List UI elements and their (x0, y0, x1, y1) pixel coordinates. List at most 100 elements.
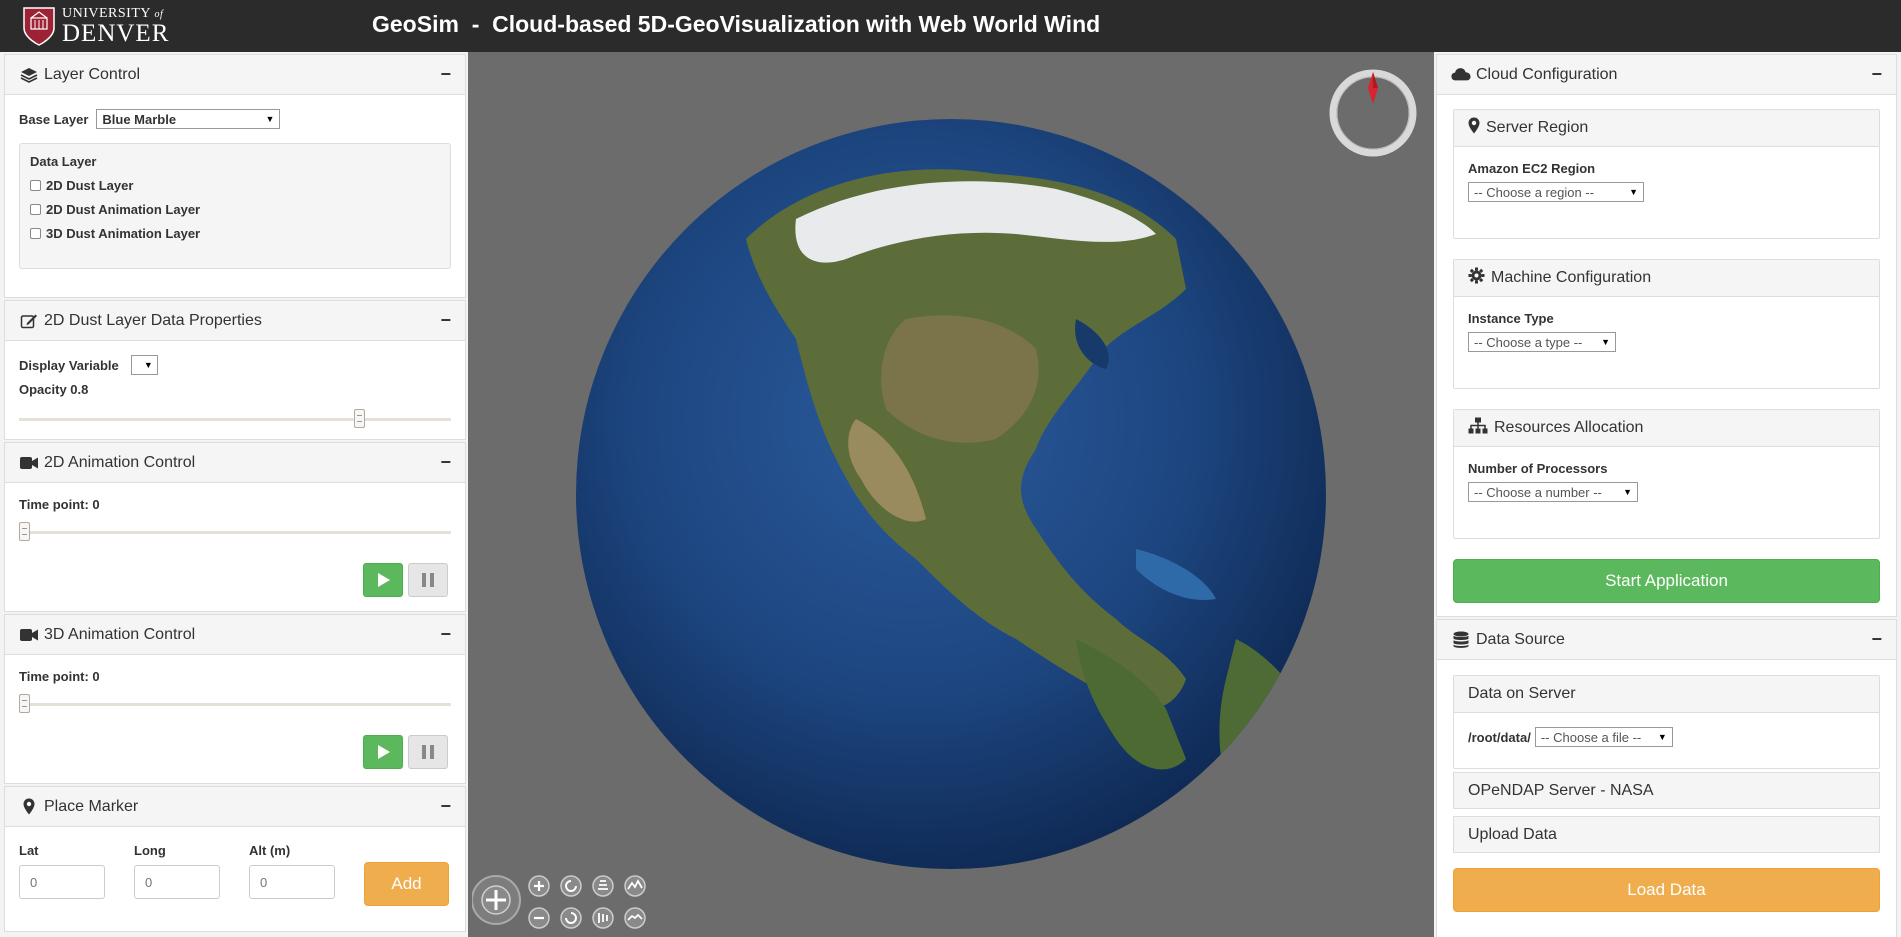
dropdown-caret-icon: ▼ (1629, 187, 1638, 197)
zoom-in-icon (528, 875, 550, 897)
checkbox-2d-dust-layer[interactable] (30, 180, 41, 191)
checkbox-3d-dust-animation-layer[interactable] (30, 228, 41, 239)
dropdown-caret-icon: ▼ (1657, 732, 1667, 742)
collapse-icon[interactable]: − (440, 796, 451, 817)
anim2d-header[interactable]: 2D Animation Control − (5, 443, 465, 483)
play-icon (378, 573, 390, 587)
layer-checkbox-row[interactable]: 2D Dust Animation Layer (30, 202, 440, 217)
globe-viewport[interactable] (468, 52, 1434, 937)
anim2d-time-slider-handle[interactable] (19, 522, 30, 541)
sitemap-icon (1468, 417, 1488, 439)
database-icon (1451, 631, 1471, 649)
checkbox-label: 2D Dust Animation Layer (46, 202, 201, 217)
opacity-slider-track[interactable] (19, 418, 451, 421)
collapse-icon[interactable]: − (1871, 629, 1882, 650)
dust-properties-header[interactable]: 2D Dust Layer Data Properties − (5, 301, 465, 341)
university-seal-icon (23, 7, 55, 46)
logo-line1: UNIVERSITY (62, 5, 151, 21)
dropdown-caret-icon: ▼ (1623, 487, 1632, 497)
anim2d-pause-button[interactable] (408, 563, 448, 597)
ec2-region-select[interactable]: -- Choose a region -- ▼ (1468, 182, 1644, 202)
data-source-header[interactable]: Data Source − (1437, 620, 1896, 660)
checkbox-2d-dust-animation-layer[interactable] (30, 204, 41, 215)
server-region-header[interactable]: Server Region (1454, 110, 1879, 147)
logo-line1-of: of (154, 8, 164, 20)
place-marker-title: Place Marker (44, 797, 139, 815)
load-data-button[interactable]: Load Data (1453, 868, 1880, 912)
start-application-button[interactable]: Start Application (1453, 559, 1880, 603)
anim2d-panel: 2D Animation Control − Time point: 0 (4, 442, 466, 612)
pause-icon (422, 573, 434, 587)
data-layer-well: Data Layer 2D Dust Layer 2D Dust Animati… (19, 143, 451, 269)
video-camera-icon (19, 454, 39, 472)
anim3d-time-slider-handle[interactable] (19, 694, 30, 713)
display-variable-select[interactable]: ▼ (130, 355, 158, 375)
processors-label: Number of Processors (1468, 461, 1608, 476)
base-layer-label: Base Layer (19, 111, 89, 127)
university-logo[interactable]: UNIVERSITY of DENVER (22, 5, 169, 47)
globe-navigation-controls[interactable] (472, 872, 672, 934)
add-marker-button[interactable]: Add (364, 862, 449, 906)
instance-type-value: -- Choose a type -- (1474, 334, 1583, 350)
base-layer-select[interactable]: Blue Marble ▼ (96, 109, 281, 129)
machine-config-title: Machine Configuration (1491, 269, 1652, 286)
anim3d-panel: 3D Animation Control − Time point: 0 (4, 614, 466, 784)
processors-value: -- Choose a number -- (1474, 484, 1602, 500)
opacity-slider-handle[interactable] (354, 409, 365, 428)
dust-properties-title: 2D Dust Layer Data Properties (44, 311, 262, 329)
collapse-icon[interactable]: − (1871, 64, 1882, 85)
place-marker-header[interactable]: Place Marker − (5, 787, 465, 827)
zoom-out-icon (528, 907, 550, 929)
page-title: GeoSim - Cloud-based 5D-GeoVisualization… (372, 11, 1101, 37)
resources-allocation-title: Resources Allocation (1494, 419, 1644, 436)
map-marker-icon (1468, 117, 1480, 139)
collapse-icon[interactable]: − (440, 64, 451, 85)
ec2-region-value: -- Choose a region -- (1474, 184, 1594, 200)
dropdown-caret-icon: ▼ (143, 360, 153, 370)
anim2d-time-slider-track[interactable] (19, 531, 451, 534)
pan-control-icon (472, 875, 521, 925)
anim3d-header[interactable]: 3D Animation Control − (5, 615, 465, 655)
anim3d-pause-button[interactable] (408, 735, 448, 769)
collapse-icon[interactable]: − (440, 452, 451, 473)
layer-checkbox-row[interactable]: 2D Dust Layer (30, 178, 440, 193)
machine-config-panel: Machine Configuration Instance Type -- C… (1453, 259, 1880, 389)
pause-icon (422, 745, 434, 759)
opendap-server-accordion[interactable]: OPeNDAP Server - NASA (1453, 772, 1880, 809)
resources-allocation-panel: Resources Allocation Number of Processor… (1453, 409, 1880, 539)
anim3d-play-button[interactable] (363, 735, 403, 769)
dropdown-caret-icon: ▼ (265, 114, 275, 124)
data-source-title: Data Source (1476, 630, 1565, 648)
tilt-down-icon (592, 907, 614, 929)
cloud-config-panel: Cloud Configuration − Server Region Amaz… (1436, 54, 1897, 617)
exaggeration-down-icon (624, 907, 646, 929)
anim2d-play-button[interactable] (363, 563, 403, 597)
alt-input[interactable] (249, 865, 335, 899)
data-source-panel: Data Source − Data on Server /root/data/… (1436, 619, 1897, 937)
long-input[interactable] (134, 865, 220, 899)
instance-type-select[interactable]: -- Choose a type -- ▼ (1468, 332, 1616, 352)
data-on-server-header[interactable]: Data on Server (1454, 676, 1879, 713)
earth-globe[interactable] (576, 119, 1326, 869)
layer-checkbox-row[interactable]: 3D Dust Animation Layer (30, 226, 440, 241)
server-file-select[interactable]: -- Choose a file -- ▼ (1534, 727, 1673, 747)
layer-control-header[interactable]: Layer Control − (5, 55, 465, 95)
gear-icon (1468, 267, 1485, 289)
right-sidebar: Cloud Configuration − Server Region Amaz… (1434, 52, 1901, 937)
tilt-up-icon (592, 875, 614, 897)
dust-properties-panel: 2D Dust Layer Data Properties − Display … (4, 300, 466, 440)
exaggeration-up-icon (624, 875, 646, 897)
machine-config-header[interactable]: Machine Configuration (1454, 260, 1879, 297)
server-region-title: Server Region (1486, 119, 1589, 136)
cloud-config-header[interactable]: Cloud Configuration − (1437, 55, 1896, 95)
collapse-icon[interactable]: − (440, 310, 451, 331)
opendap-server-label: OPeNDAP Server - NASA (1468, 781, 1654, 799)
upload-data-accordion[interactable]: Upload Data (1453, 816, 1880, 853)
layer-control-panel: Layer Control − Base Layer Blue Marble ▼… (4, 54, 466, 298)
lat-input[interactable] (19, 865, 105, 899)
collapse-icon[interactable]: − (440, 624, 451, 645)
anim3d-time-slider-track[interactable] (19, 703, 451, 706)
resources-allocation-header[interactable]: Resources Allocation (1454, 410, 1879, 447)
processors-select[interactable]: -- Choose a number -- ▼ (1468, 482, 1638, 502)
compass-icon[interactable] (1328, 68, 1418, 158)
